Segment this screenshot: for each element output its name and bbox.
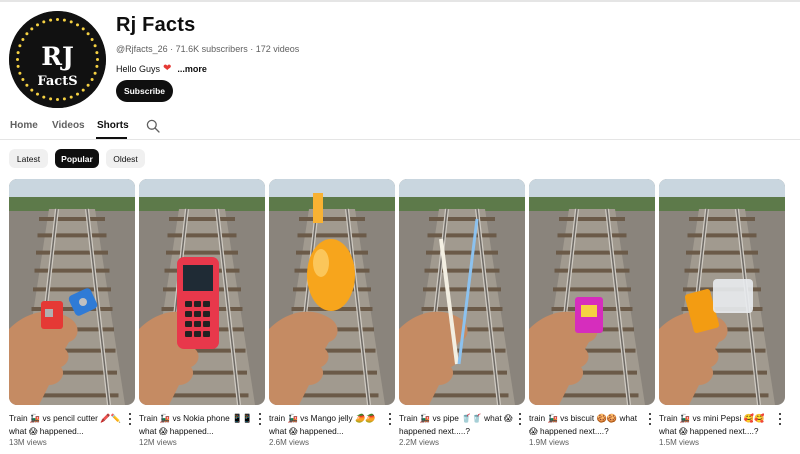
short-card[interactable]: Train 🚂 vs pencil cutter 🖍️✏️ what 😱 hap… [9, 179, 135, 454]
short-thumbnail[interactable] [139, 179, 265, 405]
description-text: Hello Guys [116, 63, 161, 74]
filter-oldest[interactable]: Oldest [106, 149, 145, 168]
filter-latest[interactable]: Latest [9, 149, 48, 168]
more-options-icon[interactable] [777, 413, 783, 425]
tab-home[interactable]: Home [10, 120, 38, 131]
thumbnail-image-nokia-phone [139, 179, 265, 405]
channel-name: Rj Facts [116, 14, 196, 36]
short-card[interactable]: train 🚂 vs biscuit 🍪🍪 what 😱 happened ne… [529, 179, 655, 454]
avatar-logo: RJ FactS [9, 11, 106, 108]
filter-popular[interactable]: Popular [55, 149, 99, 168]
thumbnail-image-mini-pepsi [659, 179, 785, 405]
short-card[interactable]: Train 🚂 vs Nokia phone 📱📱 what 😱 happene… [139, 179, 265, 454]
short-views: 1.5M views [659, 438, 700, 447]
tab-shorts[interactable]: Shorts [97, 120, 129, 131]
avatar-text-top: RJ [41, 42, 74, 71]
subscribe-button[interactable]: Subscribe [116, 80, 173, 102]
more-options-icon[interactable] [647, 413, 653, 425]
more-options-icon[interactable] [387, 413, 393, 425]
short-thumbnail[interactable] [659, 179, 785, 405]
short-title[interactable]: Train 🚂 vs mini Pepsi 🥰🥰 what 😱 happened… [659, 412, 775, 438]
avatar-text-bottom: FactS [37, 74, 77, 89]
more-options-icon[interactable] [517, 413, 523, 425]
short-title[interactable]: train 🚂 vs Mango jelly 🥭🥭 what 😱 happene… [269, 412, 385, 438]
thumbnail-image-pencil-sharpeners [9, 179, 135, 405]
short-thumbnail[interactable] [269, 179, 395, 405]
window-top-border [0, 0, 800, 2]
more-options-icon[interactable] [127, 413, 133, 425]
thumbnail-image-biscuit-pack [529, 179, 655, 405]
short-title[interactable]: Train 🚂 vs pipe 🥤🥤 what 😱 happened next.… [399, 412, 515, 438]
more-options-icon[interactable] [257, 413, 263, 425]
short-views: 2.2M views [399, 438, 440, 447]
short-card[interactable]: Train 🚂 vs mini Pepsi 🥰🥰 what 😱 happened… [659, 179, 785, 454]
short-thumbnail[interactable] [9, 179, 135, 405]
heart-icon: ❤ [163, 63, 172, 74]
short-thumbnail[interactable] [399, 179, 525, 405]
short-card[interactable]: Train 🚂 vs pipe 🥤🥤 what 😱 happened next.… [399, 179, 525, 454]
short-views: 12M views [139, 438, 177, 447]
thumbnail-image-straw-pipe [399, 179, 525, 405]
short-title[interactable]: Train 🚂 vs Nokia phone 📱📱 what 😱 happene… [139, 412, 255, 438]
short-title[interactable]: Train 🚂 vs pencil cutter 🖍️✏️ what 😱 hap… [9, 412, 125, 438]
short-views: 2.6M views [269, 438, 310, 447]
channel-meta: @Rjfacts_26 · 71.6K subscribers · 172 vi… [116, 44, 300, 54]
short-thumbnail[interactable] [529, 179, 655, 405]
channel-avatar[interactable]: RJ FactS [9, 11, 106, 108]
more-link[interactable]: ...more [177, 64, 207, 74]
search-icon[interactable] [146, 119, 160, 133]
channel-tabs: Home Videos Shorts [0, 116, 800, 140]
short-views: 1.9M views [529, 438, 570, 447]
short-card[interactable]: train 🚂 vs Mango jelly 🥭🥭 what 😱 happene… [269, 179, 395, 454]
thumbnail-image-mango-jelly [269, 179, 395, 405]
active-tab-indicator [96, 137, 127, 139]
tab-videos[interactable]: Videos [52, 120, 85, 131]
channel-description[interactable]: Hello Guys ❤ ...more [116, 63, 207, 74]
short-views: 13M views [9, 438, 47, 447]
short-title[interactable]: train 🚂 vs biscuit 🍪🍪 what 😱 happened ne… [529, 412, 645, 438]
